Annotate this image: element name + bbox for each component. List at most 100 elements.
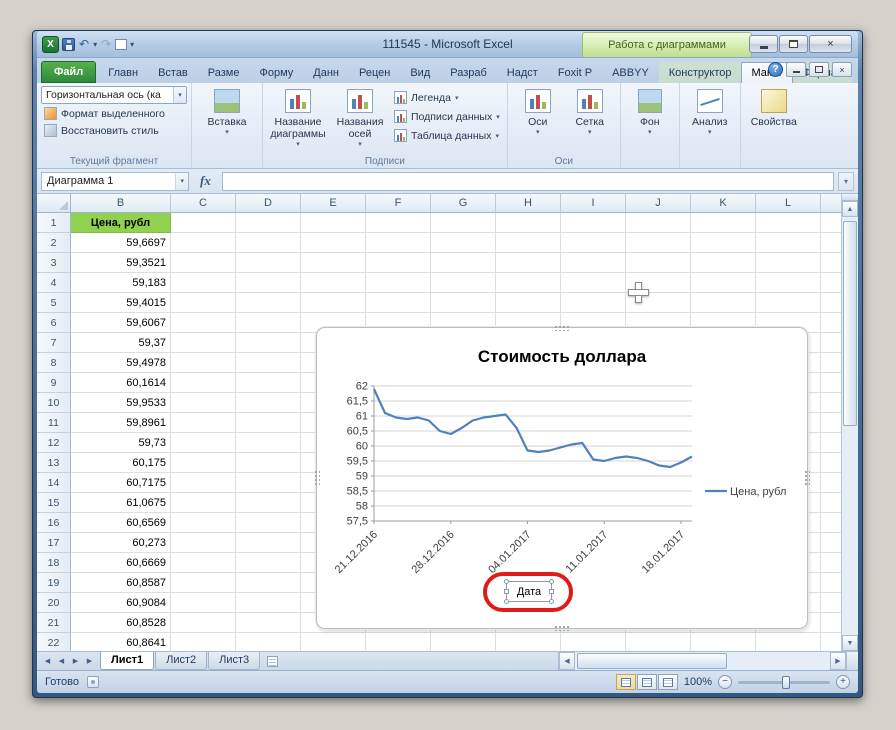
legend-button[interactable]: Легенда ▾ xyxy=(391,90,503,105)
zoom-level[interactable]: 100% xyxy=(684,676,712,688)
cell-H2[interactable] xyxy=(496,233,561,253)
axes-button[interactable]: Оси ▾ xyxy=(512,86,564,154)
column-header-C[interactable]: C xyxy=(171,194,236,213)
cell-D14[interactable] xyxy=(236,473,301,493)
zoom-out-button[interactable]: − xyxy=(718,675,732,689)
excel-logo-icon[interactable]: X xyxy=(42,36,59,53)
table-tool-icon[interactable] xyxy=(115,39,127,50)
cell-C10[interactable] xyxy=(171,393,236,413)
cell-G1[interactable] xyxy=(431,213,496,233)
row-header-4[interactable]: 4 xyxy=(37,273,71,293)
row-header-10[interactable]: 10 xyxy=(37,393,71,413)
cell-K2[interactable] xyxy=(691,233,756,253)
cell-J3[interactable] xyxy=(626,253,691,273)
tab-встав[interactable]: Встав xyxy=(148,62,198,83)
cell-E4[interactable] xyxy=(301,273,366,293)
cell-I22[interactable] xyxy=(561,633,626,651)
normal-view-button[interactable] xyxy=(616,674,636,690)
row-header-21[interactable]: 21 xyxy=(37,613,71,633)
cell-F1[interactable] xyxy=(366,213,431,233)
cell-C4[interactable] xyxy=(171,273,236,293)
cell-B7[interactable]: 59,37 xyxy=(71,333,171,353)
cell-E1[interactable] xyxy=(301,213,366,233)
cell-L1[interactable] xyxy=(756,213,821,233)
formula-input[interactable] xyxy=(222,172,834,191)
cell-E3[interactable] xyxy=(301,253,366,273)
cell-B16[interactable]: 60,6569 xyxy=(71,513,171,533)
cell-B10[interactable]: 59,9533 xyxy=(71,393,171,413)
tab-рецен[interactable]: Рецен xyxy=(349,62,400,83)
cell-B6[interactable]: 59,6067 xyxy=(71,313,171,333)
qat-customize-icon[interactable]: ▾ xyxy=(130,40,134,49)
row-header-6[interactable]: 6 xyxy=(37,313,71,333)
help-icon[interactable]: ? xyxy=(768,62,783,77)
fx-icon[interactable]: fx xyxy=(193,173,218,189)
cell-C2[interactable] xyxy=(171,233,236,253)
cell-F2[interactable] xyxy=(366,233,431,253)
column-header-F[interactable]: F xyxy=(366,194,431,213)
minimize-button[interactable] xyxy=(749,35,778,53)
cell-B19[interactable]: 60,8587 xyxy=(71,573,171,593)
cell-B3[interactable]: 59,3521 xyxy=(71,253,171,273)
cell-D6[interactable] xyxy=(236,313,301,333)
row-header-15[interactable]: 15 xyxy=(37,493,71,513)
cell-B11[interactable]: 59,8961 xyxy=(71,413,171,433)
cell-L2[interactable] xyxy=(756,233,821,253)
scroll-down-icon[interactable]: ▼ xyxy=(842,635,858,651)
cell-B5[interactable]: 59,4015 xyxy=(71,293,171,313)
save-icon[interactable] xyxy=(62,38,75,51)
cell-K3[interactable] xyxy=(691,253,756,273)
data-table-button[interactable]: Таблица данных ▾ xyxy=(391,128,503,143)
cell-C7[interactable] xyxy=(171,333,236,353)
chart-handle[interactable] xyxy=(804,470,810,486)
horizontal-scrollbar[interactable]: ◀ ▶ xyxy=(558,652,858,670)
cell-B21[interactable]: 60,8528 xyxy=(71,613,171,633)
cell-D5[interactable] xyxy=(236,293,301,313)
column-header-K[interactable]: K xyxy=(691,194,756,213)
properties-button[interactable]: Свойства xyxy=(745,86,803,154)
cell-C22[interactable] xyxy=(171,633,236,651)
cell-D1[interactable] xyxy=(236,213,301,233)
sheet-tab-list3[interactable]: Лист3 xyxy=(208,652,260,670)
cell-D22[interactable] xyxy=(236,633,301,651)
redo-icon[interactable]: ↷ xyxy=(100,37,112,51)
cell-B22[interactable]: 60,8641 xyxy=(71,633,171,651)
cell-J1[interactable] xyxy=(626,213,691,233)
tab-вид[interactable]: Вид xyxy=(400,62,440,83)
row-header-7[interactable]: 7 xyxy=(37,333,71,353)
row-header-14[interactable]: 14 xyxy=(37,473,71,493)
tab-главн[interactable]: Главн xyxy=(98,62,148,83)
cell-K22[interactable] xyxy=(691,633,756,651)
cell-I3[interactable] xyxy=(561,253,626,273)
cell-B1[interactable]: Цена, рубл xyxy=(71,213,171,233)
row-header-8[interactable]: 8 xyxy=(37,353,71,373)
cell-F4[interactable] xyxy=(366,273,431,293)
cell-C17[interactable] xyxy=(171,533,236,553)
cell-I1[interactable] xyxy=(561,213,626,233)
cell-F22[interactable] xyxy=(366,633,431,651)
cell-D8[interactable] xyxy=(236,353,301,373)
cell-H22[interactable] xyxy=(496,633,561,651)
analysis-button[interactable]: Анализ ▾ xyxy=(684,86,736,154)
cell-C3[interactable] xyxy=(171,253,236,273)
row-header-2[interactable]: 2 xyxy=(37,233,71,253)
cell-C11[interactable] xyxy=(171,413,236,433)
cell-C19[interactable] xyxy=(171,573,236,593)
select-all-corner[interactable] xyxy=(37,194,71,213)
scroll-left-icon[interactable]: ◀ xyxy=(559,652,575,670)
cell-C15[interactable] xyxy=(171,493,236,513)
cell-I4[interactable] xyxy=(561,273,626,293)
cell-C16[interactable] xyxy=(171,513,236,533)
row-header-17[interactable]: 17 xyxy=(37,533,71,553)
cell-K5[interactable] xyxy=(691,293,756,313)
cell-D16[interactable] xyxy=(236,513,301,533)
vertical-scroll-track[interactable] xyxy=(842,217,858,635)
cell-G3[interactable] xyxy=(431,253,496,273)
chart-element-selector[interactable]: Горизонтальная ось (ка ▾ xyxy=(41,86,187,104)
column-header-I[interactable]: I xyxy=(561,194,626,213)
axis-titles-button[interactable]: Названия осей ▾ xyxy=(329,86,391,154)
cell-D13[interactable] xyxy=(236,453,301,473)
workbook-close-button[interactable]: × xyxy=(832,62,852,77)
cell-B15[interactable]: 61,0675 xyxy=(71,493,171,513)
cell-L4[interactable] xyxy=(756,273,821,293)
